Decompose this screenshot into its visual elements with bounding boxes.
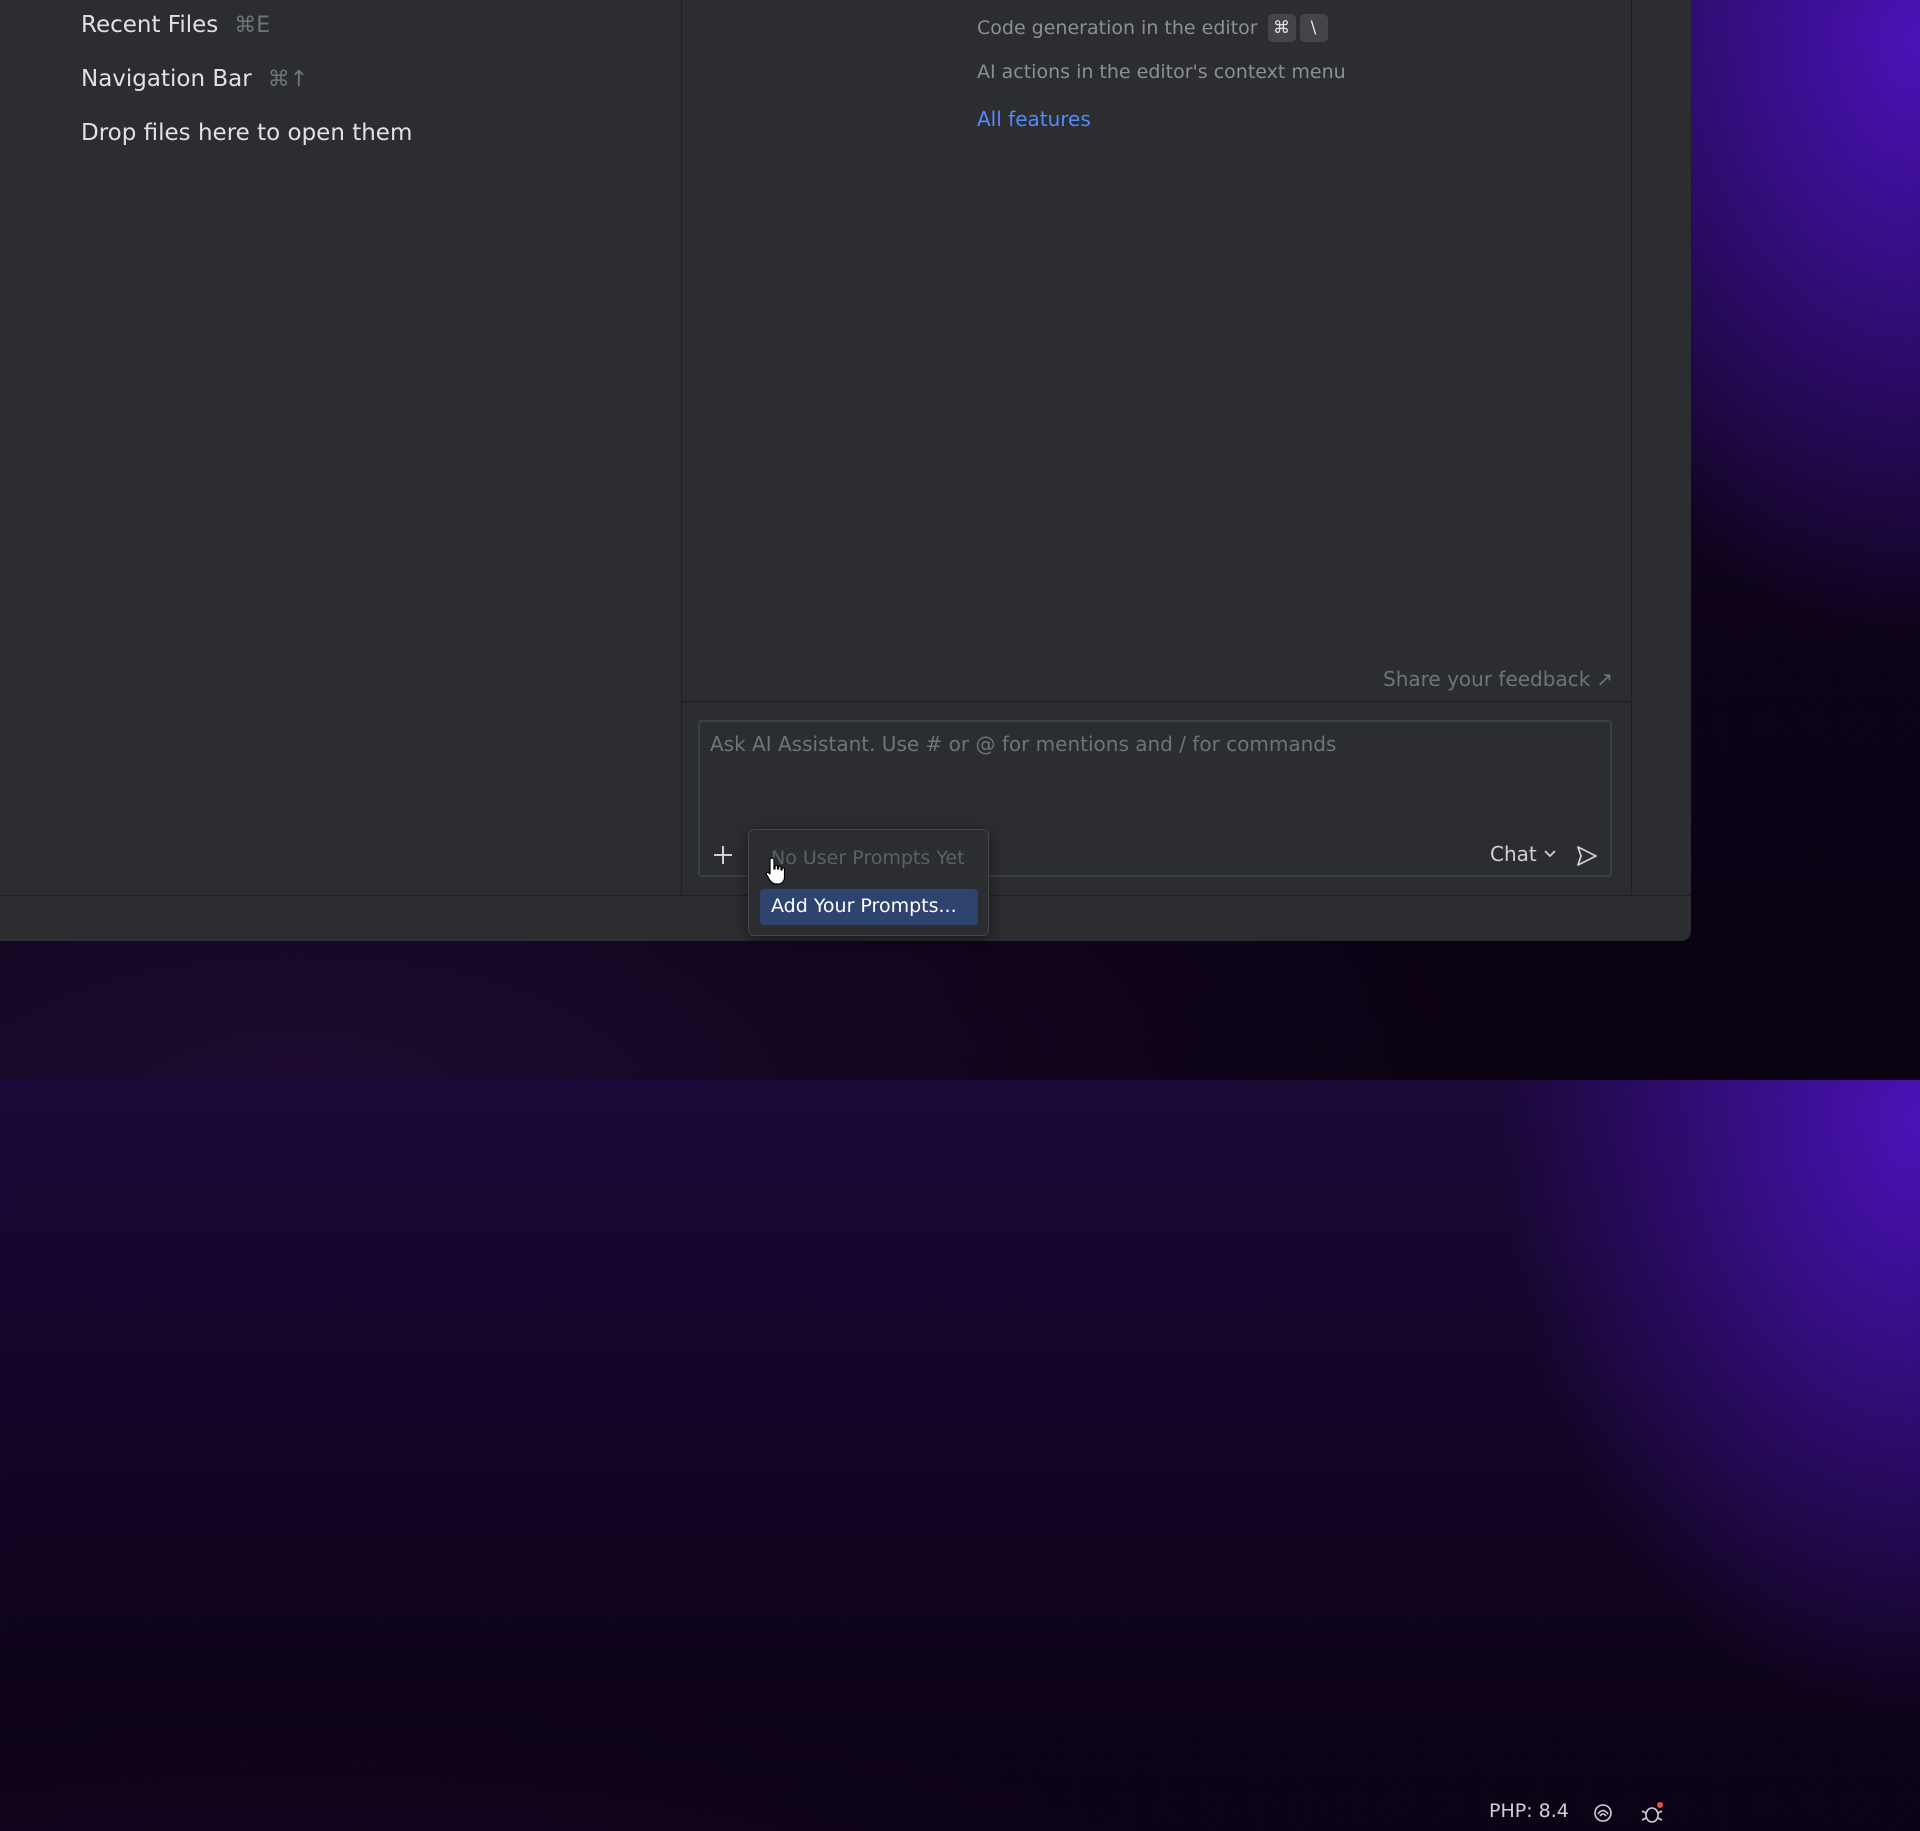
- send-icon: [1577, 846, 1597, 866]
- hint-label: Navigation Bar: [81, 66, 252, 92]
- panel-divider: [682, 701, 1631, 702]
- feature-code-generation: Code generation in the editor ⌘ \: [977, 14, 1328, 42]
- hand-pointer-cursor-icon: [764, 856, 788, 886]
- external-arrow-icon: ↗: [1596, 667, 1614, 691]
- chevron-down-icon: [1544, 850, 1556, 858]
- shortcut-keys: ⌘ \: [1267, 14, 1328, 42]
- send-button[interactable]: [1574, 844, 1600, 868]
- add-prompt-button[interactable]: [710, 842, 736, 868]
- add-your-prompts-item[interactable]: Add Your Prompts...: [760, 889, 978, 925]
- backslash-key: \: [1299, 14, 1328, 42]
- ai-assistant-status-icon[interactable]: [1592, 1802, 1614, 1829]
- share-feedback-link[interactable]: Share your feedback ↗: [1383, 667, 1613, 691]
- hint-recent-files[interactable]: Recent Files ⌘E: [81, 12, 270, 38]
- command-key: ⌘: [1267, 14, 1296, 42]
- chat-mode-dropdown[interactable]: Chat: [1490, 842, 1557, 866]
- feature-label: Code generation in the editor: [977, 17, 1258, 39]
- no-prompts-text: No User Prompts Yet: [771, 847, 965, 869]
- hint-drop-files: Drop files here to open them: [81, 120, 412, 146]
- chat-input-placeholder[interactable]: Ask AI Assistant. Use # or @ for mention…: [710, 732, 1336, 756]
- hint-label: Recent Files: [81, 12, 219, 38]
- hint-label: Drop files here to open them: [81, 120, 413, 146]
- feedback-label: Share your feedback: [1383, 667, 1591, 691]
- editor-empty-state: Recent Files ⌘E Navigation Bar ⌘↑ Drop f…: [0, 0, 682, 895]
- php-version-widget[interactable]: PHP: 8.4: [1489, 1800, 1569, 1822]
- feature-context-menu-actions: AI actions in the editor's context menu: [977, 61, 1346, 83]
- hint-shortcut: ⌘↑: [267, 66, 309, 92]
- hint-shortcut: ⌘E: [234, 12, 271, 38]
- ide-window: Recent Files ⌘E Navigation Bar ⌘↑ Drop f…: [0, 0, 1691, 1823]
- feature-label: AI actions in the editor's context menu: [977, 61, 1346, 83]
- chat-mode-label: Chat: [1490, 842, 1537, 866]
- debug-bug-icon[interactable]: [1640, 1800, 1666, 1831]
- all-features-link[interactable]: All features: [977, 107, 1091, 131]
- hint-navigation-bar[interactable]: Navigation Bar ⌘↑: [81, 66, 308, 92]
- plus-icon: [714, 846, 732, 864]
